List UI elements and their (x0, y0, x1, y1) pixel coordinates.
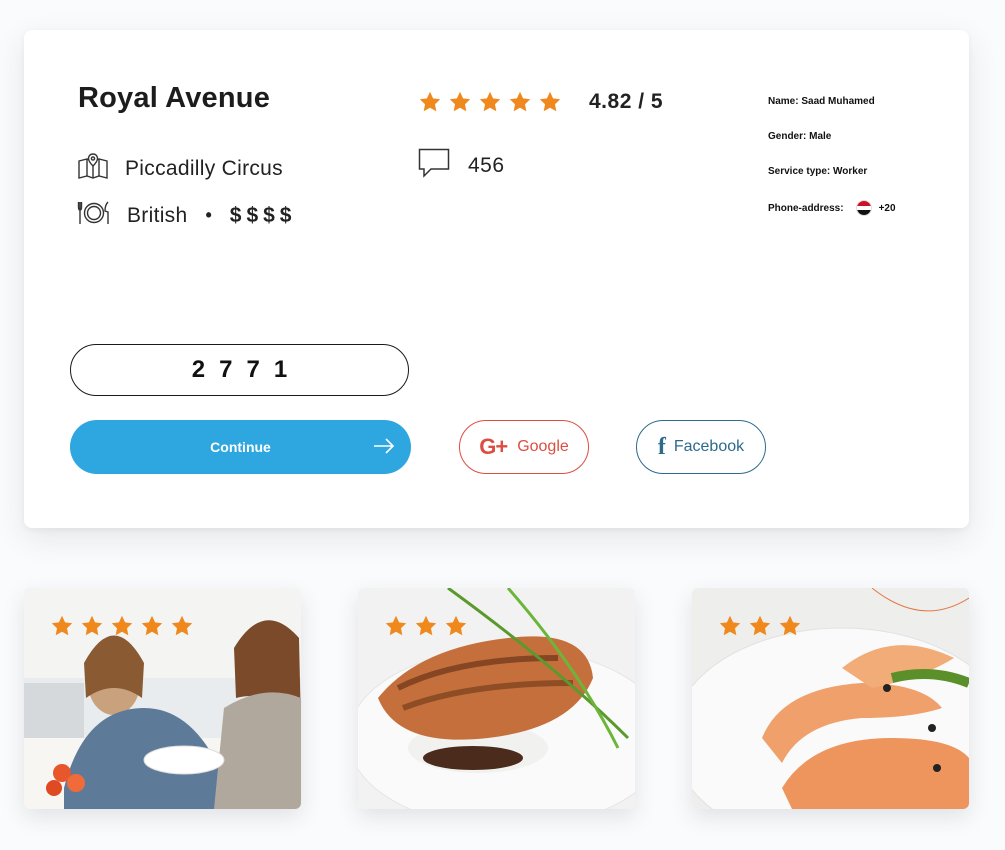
restaurant-card: Royal Avenue Piccadilly Circus British •… (24, 30, 969, 528)
cuisine-text: British (127, 203, 188, 227)
facebook-label: Facebook (673, 438, 745, 455)
star-icon (778, 614, 802, 643)
facebook-icon: f (657, 433, 666, 460)
photo-rating-stars (50, 614, 194, 643)
star-icon (140, 614, 164, 643)
google-label: Google (517, 438, 569, 455)
google-button[interactable]: G+ Google (459, 420, 589, 474)
star-icon (538, 90, 562, 119)
continue-label: Continue (210, 439, 271, 455)
continue-button[interactable]: Continue (70, 420, 411, 474)
rating-value: 4.82 / 5 (589, 90, 664, 113)
contact-phone: Phone-address: +20 (768, 200, 896, 216)
restaurant-name: Royal Avenue (78, 82, 271, 114)
star-icon (748, 614, 772, 643)
star-icon (414, 614, 438, 643)
gallery-photo-salmon[interactable] (358, 588, 635, 809)
contact-gender: Gender: Male (768, 131, 832, 142)
plate-cutlery-icon (77, 199, 111, 232)
location-text: Piccadilly Circus (125, 156, 283, 180)
contact-name: Name: Saad Muhamed (768, 96, 875, 107)
cuisine-row: British • $$$$ (77, 199, 296, 232)
map-icon (77, 152, 109, 185)
star-icon (444, 614, 468, 643)
star-icon (418, 90, 442, 119)
star-icon (384, 614, 408, 643)
star-icon (80, 614, 104, 643)
star-icon (478, 90, 502, 119)
code-input[interactable]: 2771 (70, 344, 409, 396)
comments-count: 456 (468, 153, 505, 177)
contact-service: Service type: Worker (768, 166, 868, 177)
photo-rating-stars (384, 614, 468, 643)
comments-row[interactable]: 456 (418, 148, 505, 183)
photo-rating-stars (718, 614, 802, 643)
separator-dot: • (205, 205, 212, 225)
star-icon (448, 90, 472, 119)
facebook-button[interactable]: f Facebook (636, 420, 766, 474)
price-level: $$$$ (229, 203, 297, 227)
egypt-flag-icon (855, 200, 872, 216)
gallery-photo-shrimp[interactable] (692, 588, 969, 809)
star-icon (508, 90, 532, 119)
arrow-right-icon (373, 437, 395, 458)
star-icon (110, 614, 134, 643)
gallery-photo-couple[interactable] (24, 588, 301, 809)
google-plus-icon: G+ (479, 434, 508, 459)
star-icon (50, 614, 74, 643)
location-row: Piccadilly Circus (77, 152, 283, 185)
phone-label: Phone-address: (768, 202, 844, 214)
star-icon (718, 614, 742, 643)
speech-bubble-icon (418, 148, 450, 183)
star-icon (170, 614, 194, 643)
phone-code: +20 (878, 202, 896, 214)
rating-stars (418, 90, 562, 119)
